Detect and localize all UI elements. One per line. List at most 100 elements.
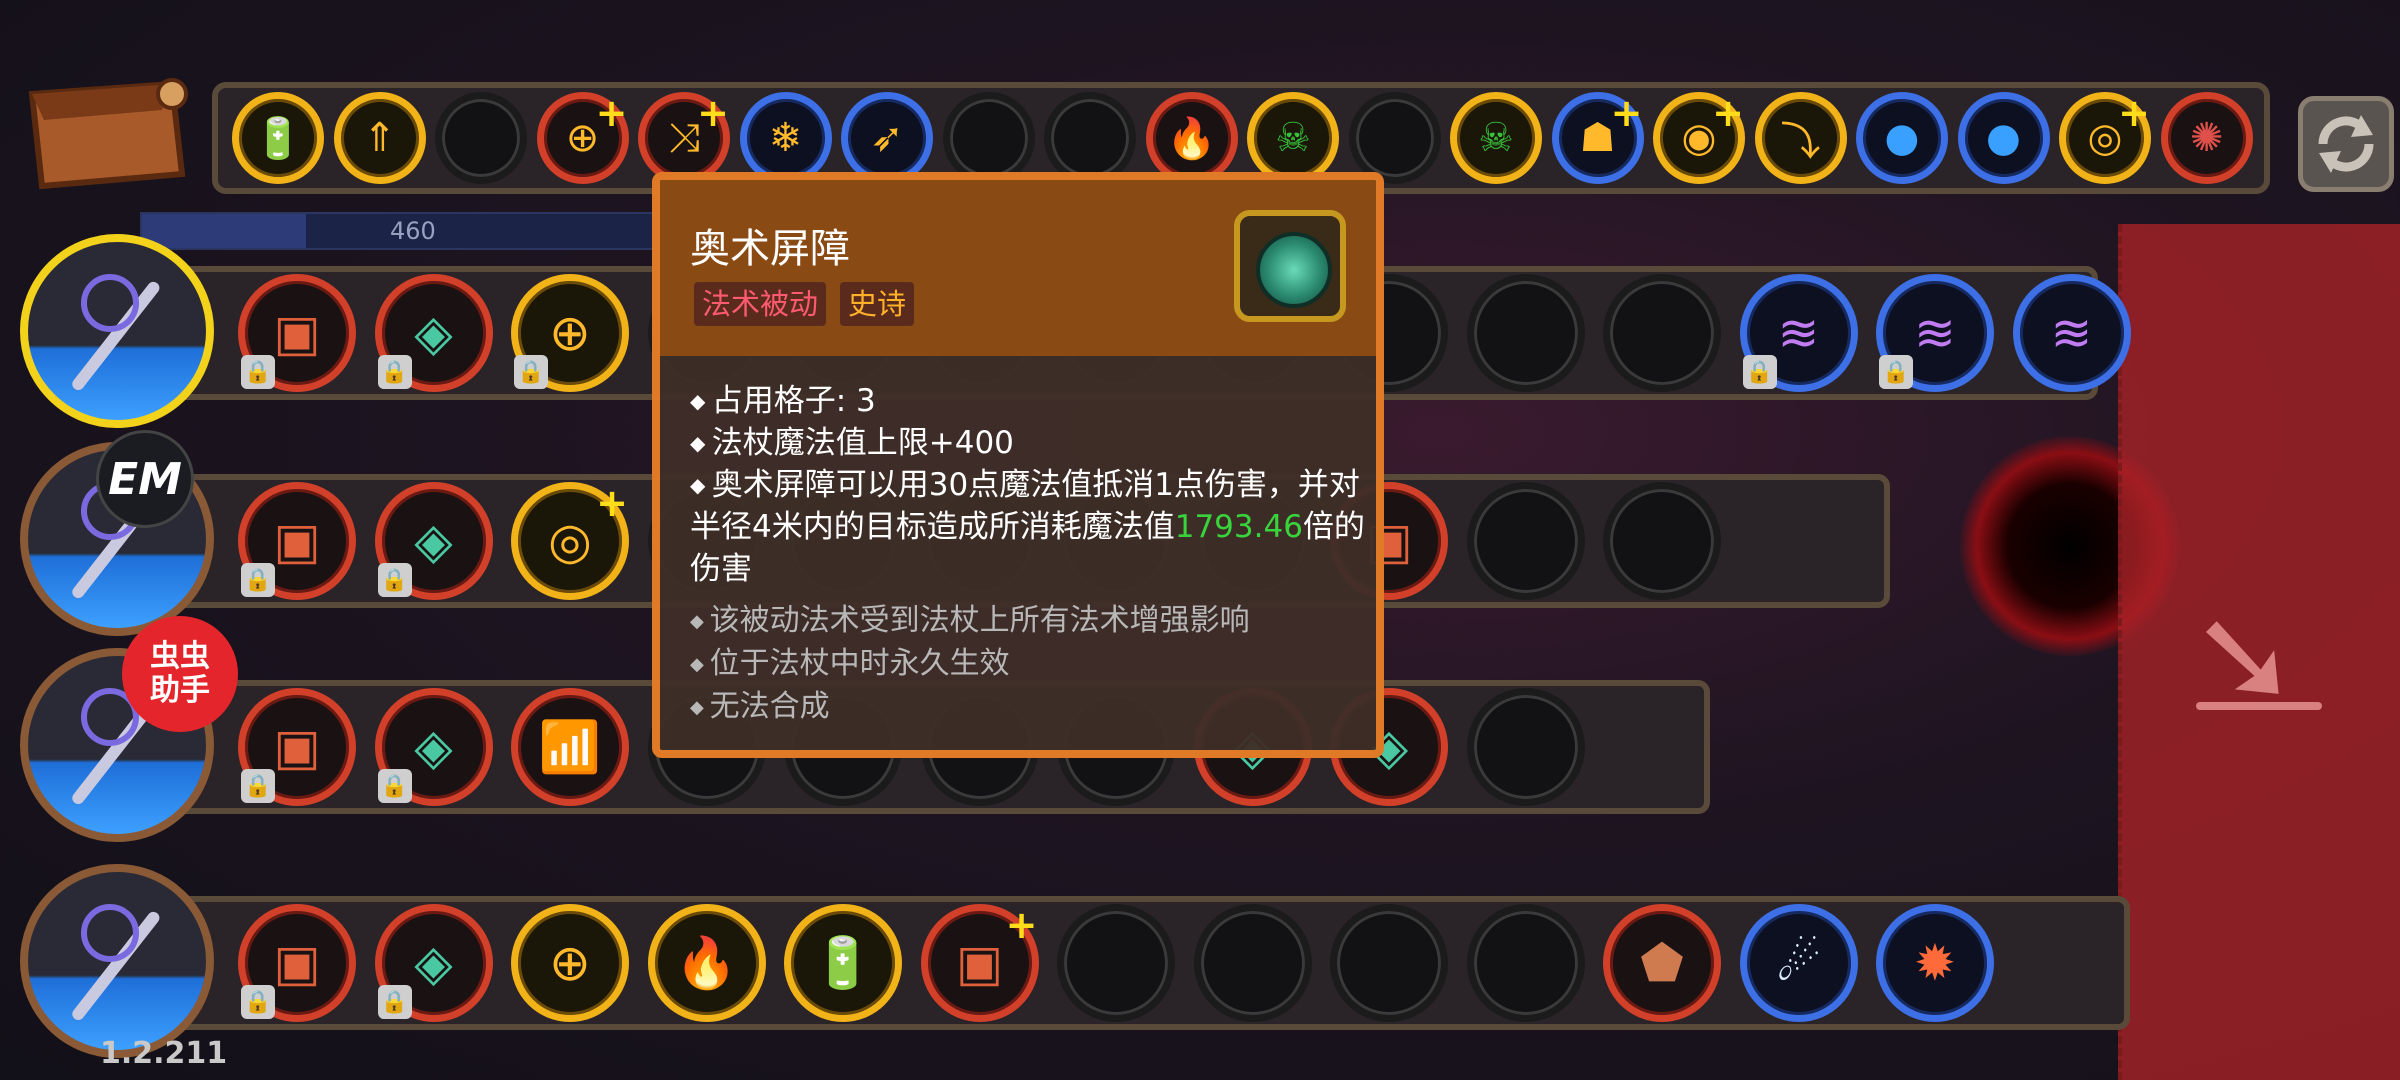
spell-slot[interactable]: 🔋 [232, 92, 324, 184]
spell-slot[interactable]: 🔥 [1145, 92, 1238, 184]
spell-slot[interactable]: ⊕ 🔒 [511, 274, 629, 392]
em-badge[interactable]: EM [96, 430, 194, 528]
spell-slot[interactable]: ⬟ [1603, 904, 1721, 1022]
empty-slot[interactable] [1466, 274, 1585, 392]
spell-slot[interactable]: 🔥 [647, 904, 766, 1022]
battery-lightning-icon: 🔋 [811, 933, 875, 992]
tooltip-stats: 占用格子: 3 法杖魔法值上限+400 奥术屏障可以用30点魔法值抵消1点伤害，… [690, 380, 1370, 590]
empty-slot[interactable] [1057, 904, 1175, 1022]
helper-line-1: 虫虫 [150, 639, 210, 674]
empty-slot[interactable] [942, 92, 1035, 184]
lock-icon: 🔒 [377, 355, 412, 389]
empty-slot[interactable] [1466, 482, 1585, 600]
tooltip-tag-passive: 法术被动 [694, 282, 827, 326]
upgrade-plus-icon: + [697, 91, 729, 135]
helper-button[interactable]: 虫虫 助手 [122, 616, 238, 732]
empty-slot[interactable] [1466, 904, 1585, 1022]
mana-fill [142, 214, 307, 248]
spell-slot[interactable]: ≋ [2012, 274, 2131, 392]
tooltip-notes: 该被动法术受到法杖上所有法术增强影响 位于法杖中时永久生效 无法合成 [690, 600, 1370, 729]
lock-icon: 🔒 [514, 355, 548, 389]
spell-slot[interactable]: ◈ 🔒 [374, 274, 493, 392]
spell-slot[interactable]: ✺ [2160, 92, 2253, 184]
empty-slot[interactable] [1466, 688, 1585, 806]
version-label: 1.2.211 [100, 1036, 228, 1071]
flame-fan-icon: 🔥 [675, 933, 738, 992]
blue-orb-icon: ● [1884, 115, 1920, 161]
upgrade-plus-icon: + [596, 481, 628, 525]
spell-slot[interactable]: ≋ 🔒 [1739, 274, 1858, 392]
red-brain-icon: ✺ [2189, 115, 2224, 161]
lock-icon: 🔒 [377, 769, 412, 803]
spell-slot[interactable]: ☠ [1450, 92, 1542, 184]
spell-slot[interactable]: ⤨ + [638, 91, 730, 184]
desc-value: 1793.46 [1174, 509, 1303, 545]
spell-slot[interactable]: ☗ + [1551, 91, 1644, 184]
purple-wave-icon: ≋ [2050, 304, 2093, 362]
arrow-spear-icon: ➶ [870, 115, 904, 161]
lock-icon: 🔒 [1879, 355, 1913, 389]
wand-1[interactable] [20, 234, 214, 428]
spell-slot[interactable]: ≋ 🔒 [1876, 274, 1994, 392]
helper-line-2: 助手 [150, 673, 210, 708]
crosshair-target-icon: ⊕ [549, 934, 591, 992]
spell-slot[interactable]: 🔋 [784, 904, 902, 1022]
spell-slot[interactable]: ◎ + [2059, 91, 2151, 184]
ice-shard-icon: ❄ [768, 115, 803, 161]
spell-slot[interactable]: ▣ + [920, 903, 1039, 1022]
spell-slot[interactable]: ⊕ [511, 904, 629, 1022]
empty-slot[interactable] [1330, 904, 1448, 1022]
explosion-icon: ✹ [1914, 934, 1956, 992]
spell-slot[interactable]: ▣ 🔒 [238, 904, 356, 1022]
spell-slot[interactable]: ☠ [1247, 92, 1339, 184]
spell-slot[interactable]: ◉ + [1653, 91, 1745, 184]
curved-arrow-icon: ⤵ [1780, 119, 1821, 165]
green-skull-icon: ☠ [1275, 115, 1311, 161]
spell-slot[interactable]: ➶ [841, 92, 933, 184]
lock-icon: 🔒 [377, 985, 412, 1019]
spell-slot[interactable]: ● [1856, 92, 1948, 184]
empty-slot[interactable] [1603, 482, 1721, 600]
spell-slot[interactable]: ◈ 🔒 [374, 688, 493, 806]
spell-slot[interactable]: ◈ 🔒 [374, 482, 493, 600]
upgrade-plus-icon: + [1005, 903, 1038, 947]
wand-4[interactable] [20, 864, 214, 1058]
tooltip-line: 法杖魔法值上限+400 [690, 422, 1370, 464]
empty-slot[interactable] [1348, 92, 1441, 184]
tooltip-note: 无法合成 [690, 686, 1370, 729]
tooltip-note: 该被动法术受到法杖上所有法术增强影响 [690, 600, 1370, 643]
lock-icon: 🔒 [241, 563, 275, 597]
refresh-icon [2318, 115, 2374, 173]
upgrade-plus-icon: + [1712, 91, 1744, 135]
spell-slot[interactable]: 📶 [511, 688, 629, 806]
green-skull-icon: ☠ [1478, 115, 1514, 161]
triple-arrow-up-icon: ⇑ [362, 115, 397, 161]
spell-slot[interactable]: ❄ [739, 92, 832, 184]
tooltip-note: 位于法杖中时永久生效 [690, 643, 1370, 686]
spell-slot[interactable]: ◈ 🔒 [374, 904, 493, 1022]
spell-slot[interactable]: ✹ [1876, 904, 1994, 1022]
empty-slot[interactable] [1193, 904, 1312, 1022]
backpack-icon[interactable] [22, 64, 198, 194]
spell-tooltip: 奥术屏障 法术被动 史诗 占用格子: 3 法杖魔法值上限+400 奥术屏障可以用… [652, 172, 1384, 758]
spell-slot[interactable]: ⊕ + [536, 91, 629, 184]
drop-line [2196, 702, 2322, 710]
upgrade-plus-icon: + [1610, 91, 1643, 135]
empty-slot[interactable] [435, 92, 527, 184]
empty-slot[interactable] [1603, 274, 1721, 392]
spell-slot[interactable]: ▣ 🔒 [238, 482, 356, 600]
spell-slot[interactable]: ⤵ [1754, 92, 1847, 184]
spell-slot[interactable]: ▣ 🔒 [238, 688, 356, 806]
spell-slot[interactable]: ⇑ [333, 92, 426, 184]
empty-slot[interactable] [1044, 92, 1136, 184]
spell-slot[interactable]: ● [1957, 92, 2050, 184]
flame-fan-icon: 🔥 [1166, 115, 1217, 162]
refresh-button[interactable] [2298, 96, 2394, 192]
upgrade-plus-icon: + [595, 91, 628, 135]
rock-icon: ⬟ [1640, 934, 1684, 992]
spell-slot[interactable]: ▣ 🔒 [238, 274, 356, 392]
spell-slot[interactable]: ◎ + [511, 481, 629, 600]
lock-icon: 🔒 [241, 769, 275, 803]
lock-icon: 🔒 [241, 355, 275, 389]
spell-slot[interactable]: ☄ [1739, 904, 1858, 1022]
